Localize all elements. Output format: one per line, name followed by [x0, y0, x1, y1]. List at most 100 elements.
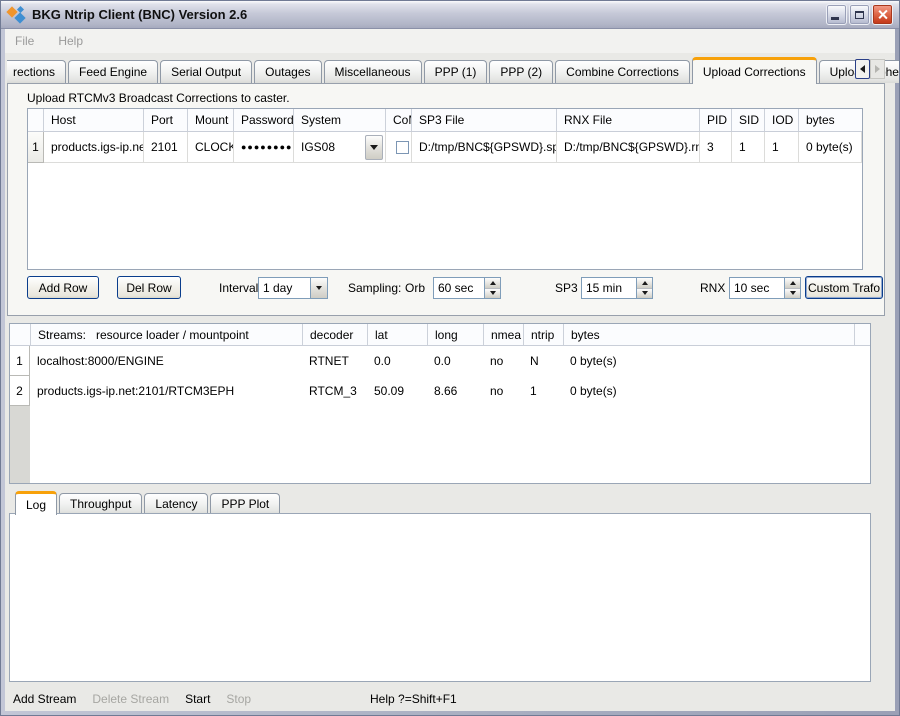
arrow-down-icon [490, 291, 496, 295]
tab-combine-corrections[interactable]: Combine Corrections [555, 60, 690, 83]
cell-password[interactable]: ●●●●●●●● [234, 132, 294, 163]
header-iod: IOD [765, 109, 799, 131]
add-row-button[interactable]: Add Row [27, 276, 99, 299]
header-port: Port [144, 109, 188, 131]
tab-upload-corrections[interactable]: Upload Corrections [692, 57, 817, 84]
menu-help[interactable]: Help [58, 34, 83, 48]
header-bytes: bytes [563, 324, 854, 345]
stop-action[interactable]: Stop [226, 692, 251, 706]
rnx-spinbox[interactable]: 10 sec [729, 277, 801, 299]
arrow-left-icon [860, 65, 865, 73]
tab-scroll-left-button[interactable] [855, 59, 870, 79]
header-end-spacer [854, 324, 870, 345]
tab-throughput[interactable]: Throughput [59, 493, 142, 514]
spin-up-button[interactable] [485, 278, 500, 289]
upload-table-row: 1 products.igs-ip.net 2101 CLOCK ●●●●●●●… [28, 132, 862, 163]
com-checkbox[interactable] [396, 141, 409, 154]
cell-mountpoint[interactable]: products.igs-ip.net:2101/RTCM3EPH [30, 376, 302, 406]
cell-decoder[interactable]: RTNET [302, 346, 367, 376]
header-lat: lat [367, 324, 427, 345]
cell-nmea[interactable]: no [483, 376, 523, 406]
cell-rnx-file[interactable]: D:/tmp/BNC${GPSWD}.rnx [557, 132, 700, 163]
delete-stream-action[interactable]: Delete Stream [92, 692, 169, 706]
stream-row[interactable]: 2 products.igs-ip.net:2101/RTCM3EPH RTCM… [10, 376, 870, 406]
cell-lat[interactable]: 50.09 [367, 376, 427, 406]
client-area: File Help rections Feed Engine Serial Ou… [5, 29, 895, 711]
cell-ntrip[interactable]: 1 [523, 376, 563, 406]
cell-iod[interactable]: 1 [765, 132, 799, 163]
tab-serial-output[interactable]: Serial Output [160, 60, 252, 83]
tab-miscellaneous[interactable]: Miscellaneous [324, 60, 422, 83]
streams-table: Streams: resource loader / mountpoint de… [9, 323, 871, 484]
cell-sid[interactable]: 1 [732, 132, 765, 163]
cell-pid[interactable]: 3 [700, 132, 732, 163]
cell-decoder[interactable]: RTCM_3 [302, 376, 367, 406]
maximize-button[interactable] [849, 4, 870, 25]
interval-dropdown-button[interactable] [310, 278, 327, 298]
cell-sp3-file[interactable]: D:/tmp/BNC${GPSWD}.sp3 [412, 132, 557, 163]
tab-broadcast-corrections[interactable]: rections [7, 60, 66, 83]
row-number: 2 [10, 376, 30, 406]
tab-latency[interactable]: Latency [144, 493, 208, 514]
help-shortcut-text: Help ?=Shift+F1 [370, 692, 457, 706]
cell-nmea[interactable]: no [483, 346, 523, 376]
orb-spin-buttons[interactable] [484, 278, 500, 298]
rnx-spin-buttons[interactable] [784, 278, 800, 298]
cell-mount[interactable]: CLOCK [188, 132, 234, 163]
interval-value: 1 day [259, 278, 310, 298]
orb-spinbox[interactable]: 60 sec [433, 277, 501, 299]
tab-ppp-1[interactable]: PPP (1) [424, 60, 488, 83]
window-title: BKG Ntrip Client (BNC) Version 2.6 [32, 7, 824, 22]
header-long: long [427, 324, 483, 345]
cell-com [386, 132, 412, 163]
maximize-icon [855, 11, 864, 19]
tab-scroll-right-button[interactable] [870, 59, 885, 79]
chevron-down-icon [370, 145, 378, 150]
tab-ppp-plot[interactable]: PPP Plot [210, 493, 280, 514]
add-stream-action[interactable]: Add Stream [13, 692, 76, 706]
tab-log[interactable]: Log [15, 491, 57, 515]
bottom-action-bar: Add Stream Delete Stream Start Stop Help… [5, 685, 895, 713]
header-sid: SID [732, 109, 765, 131]
minimize-icon [831, 17, 839, 20]
tab-outages[interactable]: Outages [254, 60, 321, 83]
cell-mountpoint[interactable]: localhost:8000/ENGINE [30, 346, 302, 376]
header-com: CoM [386, 109, 412, 131]
tab-feed-engine[interactable]: Feed Engine [68, 60, 158, 83]
header-ntrip: ntrip [523, 324, 563, 345]
cell-port[interactable]: 2101 [144, 132, 188, 163]
start-action[interactable]: Start [185, 692, 210, 706]
cell-bytes[interactable]: 0 byte(s) [799, 132, 862, 163]
cell-bytes[interactable]: 0 byte(s) [563, 346, 854, 376]
cell-host[interactable]: products.igs-ip.net [44, 132, 144, 163]
spin-up-button[interactable] [637, 278, 652, 289]
system-dropdown-button[interactable] [365, 135, 383, 160]
menu-file[interactable]: File [15, 34, 34, 48]
arrow-up-icon [490, 281, 496, 285]
cell-ntrip[interactable]: N [523, 346, 563, 376]
spin-up-button[interactable] [785, 278, 800, 289]
log-output-area[interactable] [9, 513, 871, 682]
close-button[interactable] [872, 4, 893, 25]
sp3-spin-buttons[interactable] [636, 278, 652, 298]
arrow-up-icon [642, 281, 648, 285]
sp3-spinbox[interactable]: 15 min [581, 277, 653, 299]
app-icon [7, 6, 27, 24]
custom-trafo-button[interactable]: Custom Trafo [805, 276, 883, 299]
interval-combobox[interactable]: 1 day [258, 277, 328, 299]
arrow-right-icon [875, 65, 880, 73]
cell-long[interactable]: 8.66 [427, 376, 483, 406]
header-rownum [10, 324, 30, 345]
system-combobox[interactable]: IGS08 [294, 132, 386, 163]
spin-down-button[interactable] [785, 289, 800, 299]
del-row-button[interactable]: Del Row [117, 276, 181, 299]
cell-lat[interactable]: 0.0 [367, 346, 427, 376]
minimize-button[interactable] [826, 4, 847, 25]
spin-down-button[interactable] [485, 289, 500, 299]
spin-down-button[interactable] [637, 289, 652, 299]
cell-bytes[interactable]: 0 byte(s) [563, 376, 854, 406]
header-decoder: decoder [302, 324, 367, 345]
cell-long[interactable]: 0.0 [427, 346, 483, 376]
tab-ppp-2[interactable]: PPP (2) [489, 60, 553, 83]
stream-row[interactable]: 1 localhost:8000/ENGINE RTNET 0.0 0.0 no… [10, 346, 870, 376]
